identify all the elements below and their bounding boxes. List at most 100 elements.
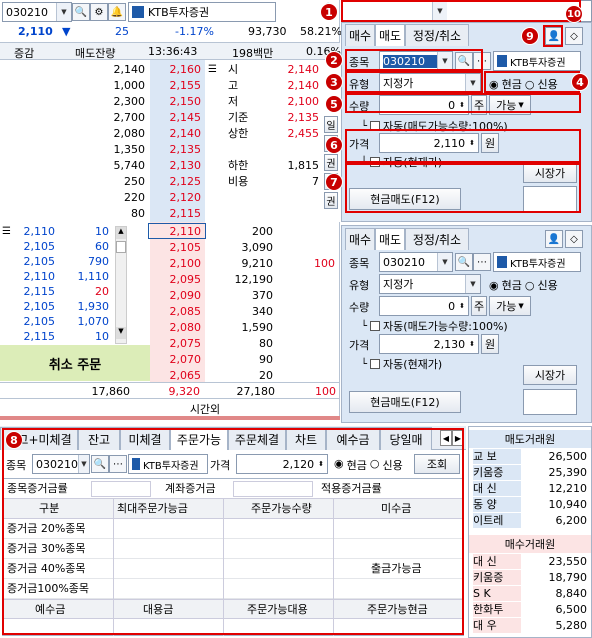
qty-value: 0 — [448, 299, 456, 313]
info-value: 2,140 — [287, 63, 320, 76]
broker-name: 이트레 — [473, 513, 521, 528]
chevron-down-icon[interactable]: ▼ — [518, 302, 523, 310]
user-icon[interactable]: 👤 — [545, 230, 563, 248]
scrollbar[interactable]: ▲ ▼ — [115, 226, 127, 344]
bid-qty: 370 — [252, 289, 273, 302]
cash-credit-radio[interactable]: ◉ 현금 ○ 신용 — [489, 277, 558, 293]
broker-value: 6,500 — [555, 603, 588, 616]
code-label: 종목 — [349, 257, 370, 270]
broker-name: S K — [473, 586, 521, 601]
list-icon[interactable]: ☰ — [208, 64, 217, 75]
checkbox-icon[interactable] — [370, 321, 381, 331]
credit-label: 신용 — [537, 279, 558, 292]
checkbox-icon[interactable] — [370, 359, 381, 369]
broker-value: 5,280 — [555, 619, 588, 632]
unit-label: 주 — [471, 296, 487, 316]
stock-code-select[interactable]: 030210 ▼ — [2, 2, 72, 22]
stock-name-box: KTB투자증권 — [493, 252, 581, 272]
broker-name: 대 우 — [473, 618, 521, 633]
ask-qty: 2,700 — [113, 111, 146, 124]
price-summary: 2,110 ▼ 25 -1.17% 93,730 58.21% — [0, 25, 342, 41]
bid-qty: 20 — [259, 369, 273, 382]
qty-input[interactable]: 0 ⬍ — [379, 296, 469, 316]
callout-badge-6: 6 — [325, 136, 343, 154]
current-price: 2,110 — [18, 25, 53, 38]
order-panel-2: 매수 매도 정정/취소 👤 ◇ 종목 030210 ▼ 🔍 ⋯ KTB투자증권 유… — [341, 225, 592, 425]
ask-qty: 2,300 — [113, 95, 146, 108]
price-input[interactable]: 2,130 ⬍ — [379, 334, 479, 354]
search-icon[interactable]: 🔍 — [72, 3, 90, 21]
highlight-box-7 — [345, 163, 581, 213]
total-ask: 17,860 — [91, 385, 131, 398]
ask-price: 2,160 — [169, 63, 202, 76]
info-area — [205, 60, 340, 222]
current-price-box — [148, 223, 206, 239]
side-button[interactable]: 권 — [324, 192, 338, 209]
stock-name: KTB투자증권 — [148, 6, 210, 19]
after-hours-label: 시간외 — [189, 403, 221, 416]
ask-qty: 220 — [124, 191, 145, 204]
callout-badge-5: 5 — [325, 95, 343, 113]
available-button[interactable]: 가능 ▼ — [489, 296, 531, 316]
tab-modify-cancel[interactable]: 정정/취소 — [405, 24, 469, 46]
code-input[interactable]: 030210 ▼ — [379, 252, 453, 272]
chevron-down-icon[interactable]: ▼ — [437, 253, 452, 271]
info-key: 저 — [228, 95, 239, 108]
callout-badge-4: 4 — [571, 73, 589, 91]
bid-price: 2,070 — [169, 353, 202, 366]
trade-qty: 60 — [95, 240, 109, 253]
bid-price: 2,090 — [169, 289, 202, 302]
broker-name: 키움증 — [473, 465, 521, 480]
broker-value: 25,390 — [548, 466, 588, 479]
broker-name: 동 양 — [473, 497, 521, 512]
bell-icon[interactable]: 🔔 — [108, 3, 126, 21]
spin-icon[interactable]: ⬍ — [469, 340, 475, 348]
broker-value: 23,550 — [548, 555, 588, 568]
gear-icon[interactable]: ⚙ — [90, 3, 108, 21]
callout-badge-10: 10 — [565, 5, 583, 23]
eraser-icon[interactable]: ◇ — [565, 27, 583, 45]
ask-qty: 2,080 — [113, 127, 146, 140]
eraser-icon[interactable]: ◇ — [565, 230, 583, 248]
ask-price: 2,155 — [169, 79, 202, 92]
market-price-button[interactable]: 시장가 — [523, 365, 577, 385]
chevron-down-icon[interactable]: ▼ — [465, 275, 480, 293]
tab-buy[interactable]: 매수 — [345, 24, 375, 46]
auto-price-checkbox[interactable]: └ 자동(현재가) — [361, 356, 442, 372]
cancel-order-button[interactable]: 취소 주문 — [0, 345, 150, 381]
tab-buy[interactable]: 매수 — [345, 228, 375, 250]
highlight-box-6 — [345, 129, 581, 163]
type-label: 유형 — [349, 279, 370, 292]
bid-qty: 1,590 — [241, 321, 274, 334]
stock-name-box: KTB투자증권 — [493, 51, 581, 71]
order-type-select[interactable]: 지정가 ▼ — [379, 274, 481, 294]
tab-sell[interactable]: 매도 — [375, 24, 405, 46]
chevron-down-icon[interactable]: ▼ — [56, 3, 71, 21]
radio-selected-icon[interactable]: ◉ — [489, 279, 499, 292]
info-value: 1,815 — [287, 159, 320, 172]
total-extra: 100 — [315, 385, 336, 398]
ask-price: 2,145 — [169, 111, 202, 124]
price-value: 2,130 — [433, 337, 466, 351]
tab-sell[interactable]: 매도 — [375, 228, 405, 250]
side-button[interactable]: 권 — [324, 154, 338, 171]
side-button[interactable]: 일 — [324, 116, 338, 133]
volume: 93,730 — [248, 25, 287, 38]
highlight-box-8 — [2, 428, 464, 635]
ask-qty: 5,740 — [113, 159, 146, 172]
lookup-icon[interactable]: ⋯ — [473, 253, 491, 271]
tab-modify-cancel[interactable]: 정정/취소 — [405, 228, 469, 250]
stock-name: KTB투자증권 — [510, 57, 566, 69]
auto-qty-checkbox[interactable]: └ 자동(매도가능수량:100%) — [361, 318, 508, 334]
radio-icon[interactable]: ○ — [525, 279, 535, 292]
spin-icon[interactable]: ⬍ — [459, 302, 465, 310]
cash-sell-button[interactable]: 현금매도(F12) — [349, 391, 461, 413]
down-arrow-icon: ▼ — [62, 25, 71, 38]
extra-field[interactable] — [523, 389, 577, 415]
search-icon[interactable]: 🔍 — [455, 253, 473, 271]
bid-price: 2,080 — [169, 321, 202, 334]
list-icon[interactable]: ☰ — [2, 226, 11, 237]
callout-badge-7: 7 — [325, 173, 343, 191]
ask-price: 2,120 — [169, 191, 202, 204]
stock-name-box: KTB투자증권 — [128, 2, 276, 22]
